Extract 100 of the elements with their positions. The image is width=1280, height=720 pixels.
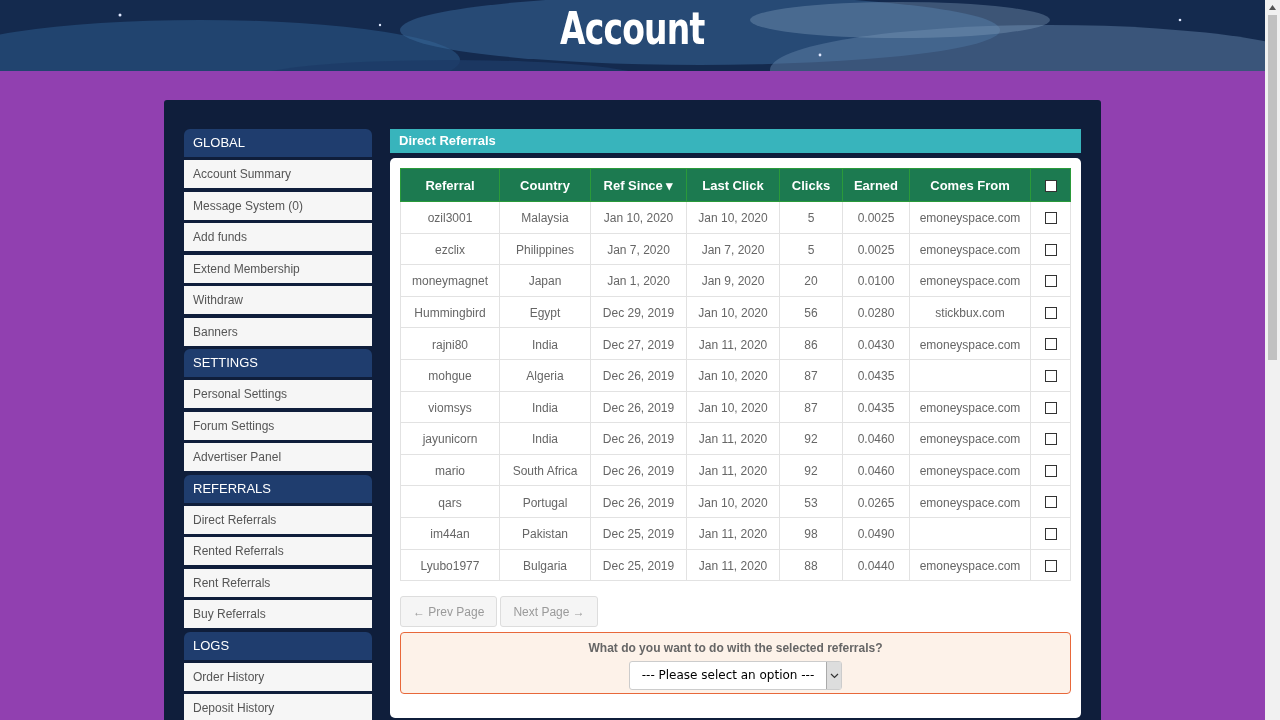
- arrow-up-icon[interactable]: [1269, 5, 1276, 10]
- table-cell: India: [532, 432, 558, 447]
- table-cell: 0.0460: [857, 432, 895, 447]
- table-cell: Jan 11, 2020: [698, 337, 768, 352]
- table-cell: Algeria: [526, 369, 564, 384]
- table-cell: emoneyspace.com: [919, 432, 1021, 447]
- table-cell: 0.0440: [857, 558, 895, 573]
- sidebar-item[interactable]: Withdraw: [184, 286, 372, 314]
- table-cell: 0.0025: [857, 242, 895, 257]
- table-cell: 0.0265: [857, 495, 895, 510]
- table-cell: South Africa: [512, 464, 578, 479]
- checkbox[interactable]: [1044, 528, 1057, 540]
- table-cell: 5: [807, 211, 815, 226]
- page-title: Account: [560, 2, 705, 56]
- sidebar-item[interactable]: Banners: [184, 317, 372, 346]
- table-cell: qars: [438, 495, 462, 510]
- table-cell: emoneyspace.com: [919, 558, 1021, 573]
- table-cell: 53: [804, 495, 818, 510]
- checkbox[interactable]: [1044, 212, 1057, 225]
- checkbox[interactable]: [1044, 559, 1057, 572]
- checkbox[interactable]: [1044, 496, 1057, 509]
- checkbox[interactable]: [1044, 401, 1057, 414]
- action-select[interactable]: --- Please select an option ---: [628, 661, 843, 691]
- table-cell: Jan 10, 2020: [698, 306, 768, 321]
- checkbox[interactable]: [1044, 464, 1057, 477]
- checkbox[interactable]: [1044, 338, 1057, 351]
- table-cell: ozil3001: [427, 211, 473, 226]
- table-cell: Jan 11, 2020: [698, 432, 768, 447]
- checkbox[interactable]: [1044, 243, 1057, 256]
- scrollbar[interactable]: [1265, 0, 1280, 720]
- table-cell: 98: [804, 527, 818, 542]
- table-cell: Japan: [528, 274, 562, 289]
- table-cell: India: [532, 400, 558, 415]
- table-cell: Dec 26, 2019: [602, 464, 675, 479]
- sidebar-item[interactable]: Forum Settings: [184, 411, 372, 440]
- table-cell: Jan 10, 2020: [698, 211, 768, 226]
- table-cell: mohgue: [428, 369, 472, 384]
- table-cell: moneymagnet: [411, 274, 488, 289]
- table-cell: 0.0435: [857, 369, 895, 384]
- table-cell: Jan 9, 2020: [701, 274, 765, 289]
- scrollbar-thumb[interactable]: [1268, 15, 1277, 360]
- table-cell: 5: [807, 242, 815, 257]
- table-cell: Dec 26, 2019: [602, 400, 675, 415]
- table-cell: Bulgaria: [523, 558, 567, 573]
- table-cell: Jan 11, 2020: [698, 527, 768, 542]
- sidebar-heading: LOGS: [184, 631, 372, 660]
- table-cell: 0.0430: [857, 337, 895, 352]
- table-cell: 0.0025: [857, 211, 895, 226]
- table-cell: Jan 10, 2020: [698, 400, 768, 415]
- sidebar-item[interactable]: Account Summary: [184, 160, 372, 188]
- table-cell: Malaysia: [521, 211, 569, 226]
- table-cell: Dec 26, 2019: [602, 432, 675, 447]
- table-cell: 0.0435: [857, 400, 895, 415]
- chevron-down-icon: [829, 672, 839, 679]
- table-cell: Jan 10, 2020: [698, 369, 768, 384]
- table-cell: Dec 25, 2019: [602, 527, 675, 542]
- sidebar-item[interactable]: Rent Referrals: [184, 568, 372, 597]
- sidebar-heading: GLOBAL: [184, 129, 372, 157]
- sidebar-item[interactable]: Buy Referrals: [184, 600, 372, 628]
- table-cell: India: [532, 337, 558, 352]
- table-cell: Jan 10, 2020: [603, 211, 674, 226]
- table-cell: Philippines: [515, 242, 574, 257]
- sidebar-heading: SETTINGS: [184, 349, 372, 377]
- table-cell: Dec 26, 2019: [602, 369, 675, 384]
- table-cell: 56: [804, 306, 818, 321]
- table-cell: Dec 27, 2019: [602, 337, 675, 352]
- checkbox[interactable]: [1044, 306, 1057, 319]
- sidebar-heading: REFERRALS: [184, 474, 372, 503]
- checkbox[interactable]: [1044, 275, 1057, 288]
- table-cell: viomsys: [428, 400, 472, 415]
- table-cell: Jan 11, 2020: [698, 558, 768, 573]
- checkbox[interactable]: [1044, 433, 1057, 446]
- sidebar-item[interactable]: Direct Referrals: [184, 505, 372, 534]
- checkbox[interactable]: [1044, 179, 1057, 192]
- sidebar-item[interactable]: Rented Referrals: [184, 537, 372, 565]
- sidebar-item[interactable]: Add funds: [184, 223, 372, 251]
- table-cell: emoneyspace.com: [919, 495, 1021, 510]
- table-cell: Portugal: [522, 495, 568, 510]
- table-cell: emoneyspace.com: [919, 400, 1021, 415]
- table-cell: Dec 26, 2019: [602, 495, 675, 510]
- sidebar-item[interactable]: Message System (0): [184, 191, 372, 220]
- table-cell: Jan 11, 2020: [698, 464, 768, 479]
- table-cell: Lyubo1977: [420, 558, 480, 573]
- table-cell: 87: [804, 369, 818, 384]
- table-cell: 0.0100: [857, 274, 895, 289]
- table-cell: emoneyspace.com: [919, 337, 1021, 352]
- checkbox[interactable]: [1044, 370, 1057, 383]
- sidebar-item[interactable]: Order History: [184, 662, 372, 691]
- sidebar-item[interactable]: Advertiser Panel: [184, 443, 372, 471]
- sidebar-item[interactable]: Personal Settings: [184, 380, 372, 408]
- table-cell: Jan 7, 2020: [607, 242, 670, 257]
- table-cell: Dec 25, 2019: [602, 558, 675, 573]
- sidebar-item[interactable]: Extend Membership: [184, 254, 372, 283]
- table-cell: im44an: [430, 527, 470, 542]
- table-cell: 92: [804, 464, 818, 479]
- panel-title: Direct Referrals: [390, 129, 1081, 153]
- table-cell: 92: [804, 432, 818, 447]
- sidebar-item[interactable]: Deposit History: [184, 694, 372, 720]
- table-cell: rajni80: [432, 337, 468, 352]
- table-cell: stickbux.com: [935, 306, 1005, 321]
